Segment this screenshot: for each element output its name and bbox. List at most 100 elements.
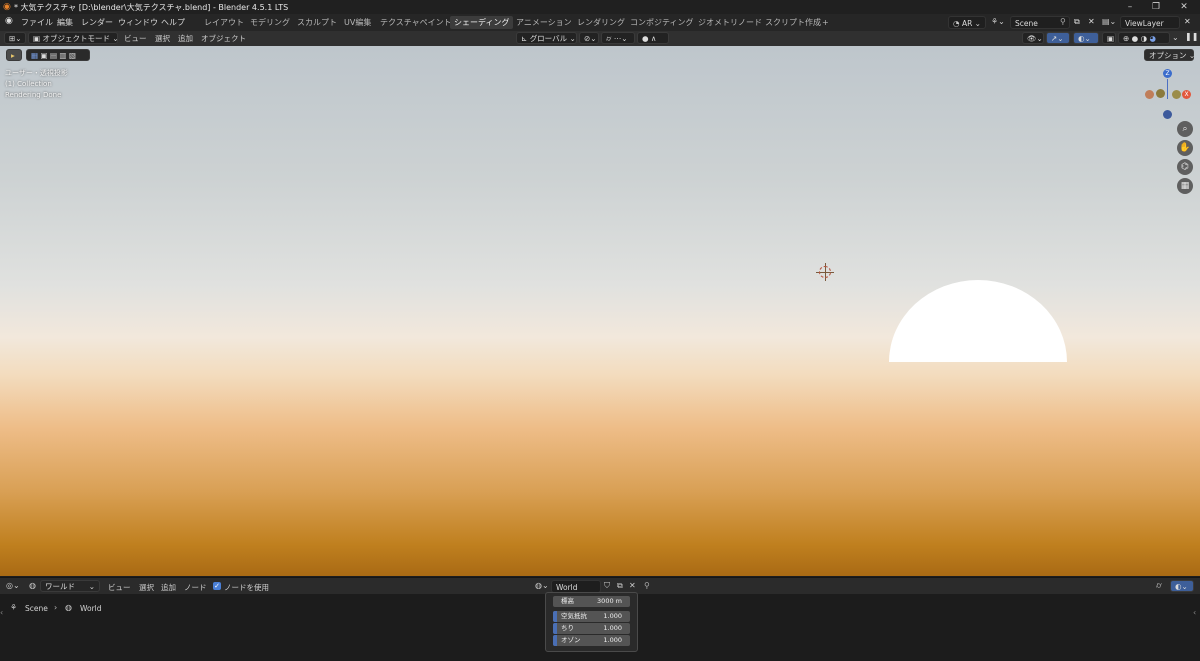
node-overlays-button[interactable]: ◐⌄ (1170, 580, 1194, 592)
tab-geometry-nodes[interactable]: ジオメトリノード (694, 16, 766, 29)
tab-texture-paint[interactable]: テクスチャペイント (376, 16, 456, 29)
ne-menu-select[interactable]: 選択 (139, 582, 154, 593)
gizmo-z-icon[interactable]: Z (1163, 69, 1172, 78)
options-button[interactable]: オプション ⌄ (1144, 49, 1195, 61)
fake-user-shield-icon[interactable]: ⛉ (604, 581, 610, 591)
vp-menu-view[interactable]: ビュー (124, 33, 147, 44)
top-bar: ◉ ファイル 編集 レンダー ウィンドウ ヘルプ レイアウト モデリング スカル… (0, 14, 1200, 31)
title-bar: ◉ * 大気テクスチャ [D:\blender\大気テクスチャ.blend] -… (0, 0, 1200, 14)
ozone-density-field[interactable]: オゾン 1.000 (553, 635, 630, 646)
tab-uv-editing[interactable]: UV編集 (340, 16, 375, 29)
world-shader-icon: ◍ (29, 581, 36, 590)
dust-density-value: 1.000 (603, 624, 622, 632)
view-layer-field[interactable]: ViewLayer (1120, 16, 1180, 29)
menu-edit[interactable]: 編集 (57, 17, 73, 28)
ozone-density-label: オゾン (561, 636, 581, 644)
vp-menu-select[interactable]: 選択 (155, 33, 170, 44)
overlays-toggle-button[interactable]: ◐⌄ (1073, 32, 1099, 44)
air-density-field[interactable]: 空気抵抗 1.000 (553, 611, 630, 622)
left-region-toggle-icon[interactable]: ‹ (0, 608, 3, 617)
delete-scene-icon[interactable]: ✕ (1088, 17, 1095, 26)
zoom-icon[interactable]: ⌕ (1177, 121, 1193, 137)
3d-cursor-icon[interactable] (819, 266, 831, 278)
xray-button[interactable]: ▣ (1102, 32, 1116, 44)
ne-menu-add[interactable]: 追加 (161, 582, 176, 593)
gizmo-y-icon[interactable] (1172, 90, 1181, 99)
visibility-button[interactable]: 👁⌄ (1022, 32, 1044, 44)
ne-menu-node[interactable]: ノード (184, 582, 207, 593)
ne-menu-view[interactable]: ビュー (108, 582, 131, 593)
gizmo-neg-x-icon[interactable] (1145, 90, 1154, 99)
shader-type-selector[interactable]: ワールド ⌄ (40, 580, 100, 592)
transform-orientation-selector[interactable]: ⊾ グローバル ⌄ (516, 32, 577, 44)
node-snap-icon[interactable]: ⌭ (1156, 581, 1162, 591)
altitude-label: 標高 (561, 597, 574, 605)
rendered-shading-icon: ◕ (1149, 34, 1157, 43)
air-density-label: 空気抵抗 (561, 612, 587, 620)
shading-mode-buttons[interactable]: ⊕ ● ◑ ◕ (1118, 32, 1170, 44)
camera-view-icon[interactable]: ⌬ (1177, 159, 1193, 175)
editor-type-button[interactable]: ⊞⌄ (4, 32, 26, 44)
gizmo-toggle-button[interactable]: ↗⌄ (1046, 32, 1070, 44)
new-scene-icon[interactable]: ⧉ (1074, 17, 1080, 27)
menu-help[interactable]: ヘルプ (161, 17, 185, 28)
view-perspective-label: ユーザー・透視投影 (5, 69, 68, 77)
gizmo-neg-z-icon[interactable] (1163, 110, 1172, 119)
vp-menu-add[interactable]: 追加 (178, 33, 193, 44)
select-tool-icon[interactable]: ▸ (6, 49, 22, 61)
pause-render-icon[interactable]: ❚❚ (1185, 32, 1198, 41)
perspective-toggle-icon[interactable]: ▦ (1177, 178, 1193, 194)
breadcrumb-world[interactable]: World (80, 604, 102, 613)
duplicate-world-icon[interactable]: ⧉ (617, 581, 623, 591)
altitude-field[interactable]: 標高 3000 m (553, 596, 630, 607)
tab-modeling[interactable]: モデリング (246, 16, 294, 29)
ar-label: AR (961, 19, 973, 28)
selection-mode-buttons[interactable]: ▦ ▣ ▤ ▥ ▧ (26, 49, 90, 61)
use-nodes-checkbox[interactable]: ✓ (213, 582, 221, 590)
mode-selector[interactable]: ▣ オブジェクトモード ⌄ (28, 32, 119, 44)
viewport-header: ⊞⌄ ▣ オブジェクトモード ⌄ ビュー 選択 追加 オブジェクト ⊾ グローバ… (0, 31, 1200, 47)
gizmo-neg-y-icon[interactable] (1156, 89, 1165, 98)
breadcrumb-scene[interactable]: Scene (25, 604, 48, 613)
pin-icon[interactable]: ⚲ (1060, 17, 1066, 26)
right-region-toggle-icon[interactable]: ‹ (1193, 608, 1196, 617)
tab-shading[interactable]: シェーディング (450, 16, 514, 29)
tab-compositing[interactable]: コンポジティング (626, 16, 698, 29)
close-icon[interactable]: ✕ (1178, 1, 1190, 13)
vp-menu-object[interactable]: オブジェクト (201, 33, 246, 44)
collection-label: (1) Collection (5, 80, 52, 88)
tab-layout[interactable]: レイアウト (200, 16, 248, 29)
use-nodes-label: ノードを使用 (224, 583, 269, 592)
menu-window[interactable]: ウィンドウ (118, 17, 158, 28)
blender-menu-icon[interactable]: ◉ (5, 16, 13, 26)
unlink-world-icon[interactable]: ✕ (629, 581, 636, 590)
tab-rendering[interactable]: レンダリング (573, 16, 629, 29)
minimize-icon[interactable]: – (1124, 1, 1136, 13)
maximize-icon[interactable]: ❐ (1150, 1, 1162, 13)
shading-options-chevron-icon[interactable]: ⌄ (1172, 33, 1179, 42)
pin-world-icon[interactable]: ⚲ (644, 581, 650, 590)
air-density-value: 1.000 (603, 612, 622, 620)
3d-viewport[interactable]: ▸ ▦ ▣ ▤ ▥ ▧ ユーザー・透視投影 (1) Collection Ren… (0, 46, 1200, 576)
gizmo-x-icon[interactable]: X (1182, 90, 1191, 99)
pan-hand-icon[interactable]: ✋ (1177, 140, 1193, 156)
tab-animation[interactable]: アニメーション (512, 16, 576, 29)
object-mode-icon: ▣ (33, 34, 41, 43)
proportional-editing-button[interactable]: ● ∧ (637, 32, 669, 44)
world-datablock-icon[interactable]: ◍⌄ (535, 581, 549, 590)
node-editor-type-icon[interactable]: ◎⌄ (6, 581, 20, 590)
dust-density-field[interactable]: ちり 1.000 (553, 623, 630, 634)
ozone-density-fill (553, 635, 557, 646)
snapping-button[interactable]: ⌭ ⋯⌄ (601, 32, 635, 44)
view-layer-icon: ▤⌄ (1102, 17, 1117, 26)
menu-render[interactable]: レンダー (81, 17, 113, 28)
dust-density-label: ちり (561, 624, 574, 632)
tab-scripting[interactable]: スクリプト作成 (761, 16, 825, 29)
menu-file[interactable]: ファイル (21, 17, 53, 28)
pivot-point-button[interactable]: ⊘⌄ (579, 32, 599, 44)
ar-selector[interactable]: ◔ AR ⌄ (948, 16, 986, 29)
sun-disc (889, 280, 1067, 362)
view-layer-delete-icon[interactable]: ✕ (1184, 17, 1191, 26)
add-workspace-button[interactable]: + (818, 16, 833, 29)
tab-sculpt[interactable]: スカルプト (293, 16, 341, 29)
